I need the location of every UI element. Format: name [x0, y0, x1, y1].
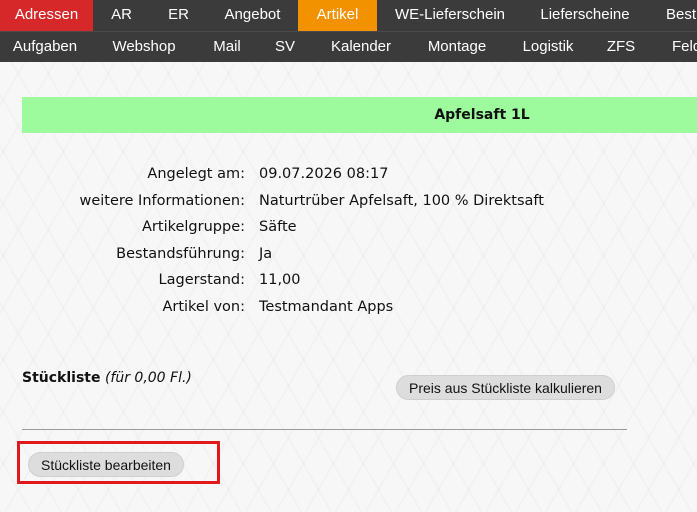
- nav-item-artikel[interactable]: Artikel: [298, 0, 377, 31]
- nav-item-logistik[interactable]: Logistik: [506, 32, 590, 62]
- stueckliste-subtitle: (für 0,00 Fl.): [104, 370, 192, 386]
- field-label-artikelgruppe: Artikelgruppe:: [142, 219, 245, 235]
- nav-item-kalender[interactable]: Kalender: [314, 32, 408, 62]
- nav-item-lieferscheine[interactable]: Lieferscheine: [523, 0, 647, 31]
- field-label-bestandsfuehrung: Bestandsführung:: [116, 246, 245, 262]
- field-label-angelegt: Angelegt am:: [147, 166, 245, 182]
- nav-item-sv[interactable]: SV: [256, 32, 314, 62]
- field-value-angelegt: 09.07.2026 08:17: [259, 166, 389, 182]
- nav-item-zfs[interactable]: ZFS: [590, 32, 652, 62]
- nav-item-er[interactable]: ER: [150, 0, 207, 31]
- article-title: Apfelsaft 1L: [434, 107, 530, 123]
- main-nav-row-1: Adressen AR ER Angebot Artikel WE-Liefer…: [0, 0, 697, 31]
- nav-item-ar[interactable]: AR: [93, 0, 150, 31]
- field-value-artikelgruppe: Säfte: [259, 219, 297, 235]
- field-label-weitere-informationen: weitere Informationen:: [79, 193, 245, 209]
- stueckliste-heading: Stückliste (für 0,00 Fl.): [22, 370, 192, 386]
- field-value-weitere-informationen: Naturtrüber Apfelsaft, 100 % Direktsaft: [259, 193, 544, 209]
- nav-item-angebot[interactable]: Angebot: [207, 0, 298, 31]
- section-divider: [22, 429, 627, 430]
- nav-item-aufgaben[interactable]: Aufgaben: [0, 32, 90, 62]
- field-value-lagerstand: 11,00: [259, 272, 301, 288]
- highlight-box: [17, 441, 220, 484]
- nav-item-adressen[interactable]: Adressen: [0, 0, 93, 31]
- stueckliste-title: Stückliste: [22, 370, 101, 386]
- article-title-bar: Apfelsaft 1L: [22, 97, 697, 133]
- field-value-artikel-von: Testmandant Apps: [259, 299, 394, 315]
- field-label-lagerstand: Lagerstand:: [158, 272, 245, 288]
- nav-item-montage[interactable]: Montage: [408, 32, 506, 62]
- nav-item-best[interactable]: Best: [647, 0, 697, 31]
- field-value-bestandsfuehrung: Ja: [259, 246, 273, 262]
- nav-item-we-lieferschein[interactable]: WE-Lieferschein: [377, 0, 523, 31]
- nav-item-webshop[interactable]: Webshop: [90, 32, 198, 62]
- nav-item-mail[interactable]: Mail: [198, 32, 256, 62]
- calculate-price-button[interactable]: Preis aus Stückliste kalkulieren: [396, 375, 615, 400]
- main-nav-row-2: Aufgaben Webshop Mail SV Kalender Montag…: [0, 31, 697, 62]
- nav-item-feld[interactable]: Feld: [652, 32, 697, 62]
- field-label-artikel-von: Artikel von:: [162, 299, 245, 315]
